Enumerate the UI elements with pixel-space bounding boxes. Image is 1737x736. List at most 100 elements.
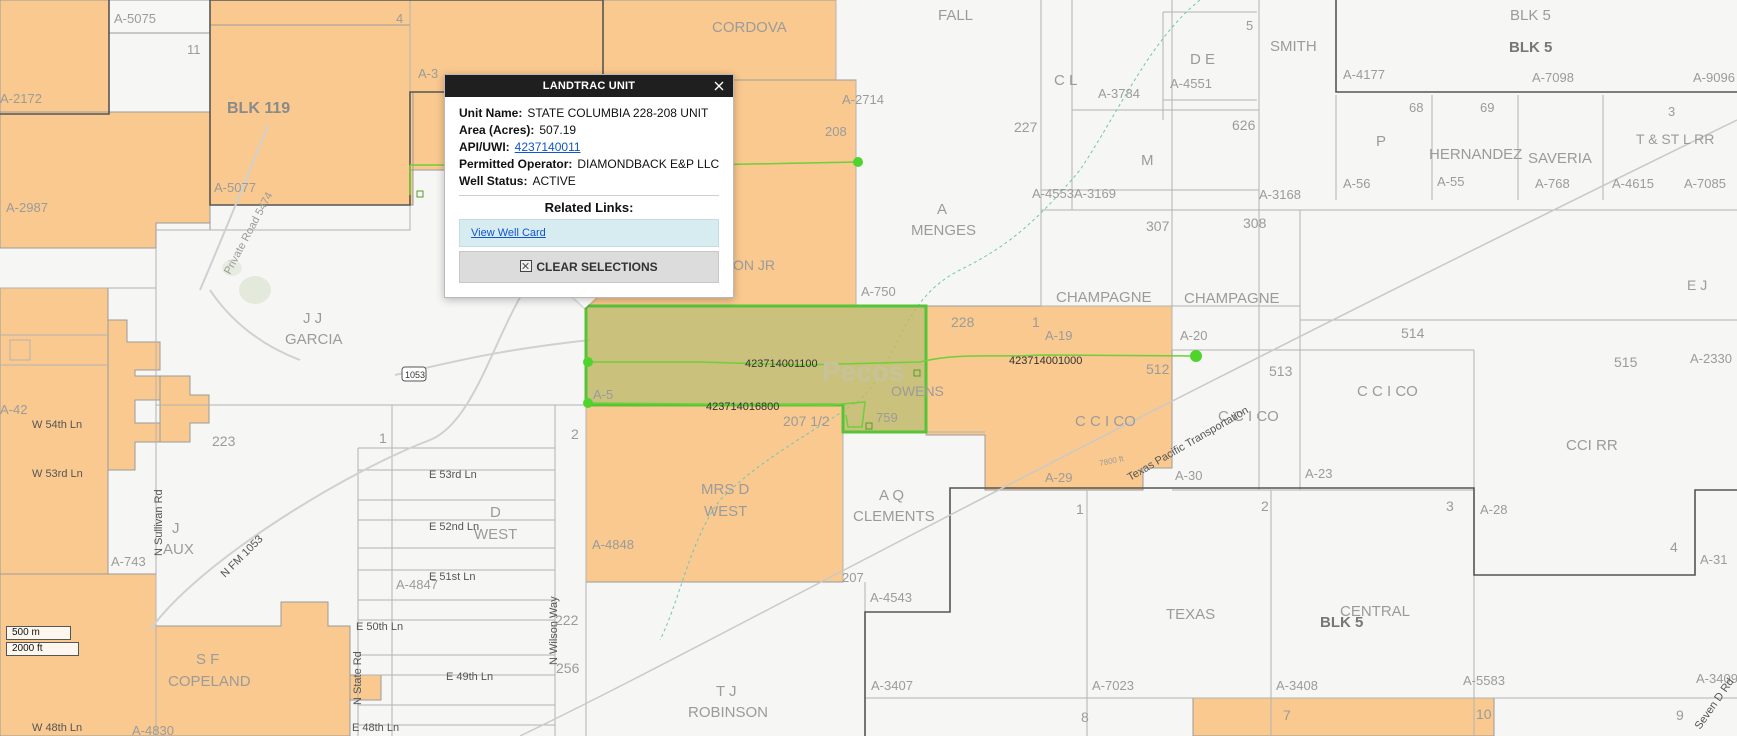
map-label: TEXAS xyxy=(1166,606,1215,623)
map-label: 308 xyxy=(1243,215,1267,231)
map-label: 512 xyxy=(1146,361,1170,377)
map-label: A-2172 xyxy=(0,91,42,106)
map-label: W 53rd Ln xyxy=(32,468,83,480)
map-label: A-743 xyxy=(111,554,146,569)
map-label: C C I CO xyxy=(1075,413,1136,430)
map-label: 207 1/2 xyxy=(783,413,830,429)
map-label: A-3169 xyxy=(1074,186,1116,201)
well-surface-point xyxy=(583,357,593,367)
unit-info-popup: LANDTRAC UNIT Unit Name: STATE COLUMBIA 2… xyxy=(444,74,734,298)
map-label: WEST xyxy=(474,526,517,543)
map-label: C C I CO xyxy=(1357,383,1418,400)
map-label: A-3 xyxy=(418,66,438,81)
map-label: C L xyxy=(1054,72,1077,89)
view-well-card-link[interactable]: View Well Card xyxy=(471,227,546,239)
map-label: WEST xyxy=(704,503,747,520)
map-label: E 50th Ln xyxy=(356,621,403,633)
map-label: 626 xyxy=(1232,117,1256,133)
map-label: 9 xyxy=(1676,707,1684,723)
map-label: S F xyxy=(196,651,219,668)
map-label: BLK 5 xyxy=(1510,7,1551,24)
map-label: CHAMPAGNE xyxy=(1184,290,1280,307)
well-surface-point xyxy=(583,398,593,408)
popup-divider xyxy=(459,195,719,196)
map-label: 2 xyxy=(571,426,579,442)
map-label: A-30 xyxy=(1175,468,1202,483)
map-label: W 54th Ln xyxy=(32,419,82,431)
map-label: A-31 xyxy=(1700,552,1727,567)
map-label: 759 xyxy=(876,410,898,425)
map-label: A-4615 xyxy=(1612,176,1654,191)
close-icon[interactable] xyxy=(711,78,727,94)
map-label: 8 xyxy=(1081,709,1089,725)
operator-row: Permitted Operator: DIAMONDBACK E&P LLC xyxy=(459,156,719,173)
map-label: A-19 xyxy=(1045,328,1072,343)
map-layer[interactable]: A-5075 11 A-2172 BLK 119 4 A-3 CORDOVA F… xyxy=(0,0,1737,736)
map-label: OWENS xyxy=(891,383,944,399)
map-label: A-23 xyxy=(1305,466,1332,481)
map-label: 10 xyxy=(1476,706,1492,722)
map-label: CLEMENTS xyxy=(853,508,935,525)
scale-imperial: 2000 ft xyxy=(6,642,79,656)
map-label: N Wilson Way xyxy=(548,596,560,665)
map-label: A-9096 xyxy=(1693,70,1735,85)
map-label: A-2987 xyxy=(6,200,48,215)
status-value: ACTIVE xyxy=(532,174,576,188)
map-label: SMITH xyxy=(1270,38,1317,55)
map-label: ROBINSON xyxy=(688,704,768,721)
map-label: HERNANDEZ xyxy=(1429,146,1522,163)
map-label: A-5075 xyxy=(114,11,156,26)
map-label: E 48th Ln xyxy=(352,722,399,734)
map-label: 514 xyxy=(1401,325,1425,341)
map-label: N State Rd xyxy=(352,651,364,705)
map-label: E 53rd Ln xyxy=(429,469,477,481)
map-label: 423714001000 xyxy=(1009,355,1082,367)
clear-selections-label: CLEAR SELECTIONS xyxy=(536,260,658,274)
map-label: 4 xyxy=(396,11,403,26)
map-label: A-29 xyxy=(1045,470,1072,485)
map-label: CCI RR xyxy=(1566,437,1618,454)
map-label: A-2714 xyxy=(842,92,884,107)
map-label: 1 xyxy=(1076,501,1084,517)
map-label: FALL xyxy=(938,7,973,24)
map-label: BLK 5 xyxy=(1320,614,1363,631)
map-label: A-5583 xyxy=(1463,673,1505,688)
map-label: A-42 xyxy=(0,402,27,417)
map-label: A Q xyxy=(879,487,904,504)
well-surface-point xyxy=(853,157,863,167)
unit-name-value: STATE COLUMBIA 228-208 UNIT xyxy=(527,106,709,120)
map-label: 1 xyxy=(1032,314,1040,330)
map-label: T J xyxy=(716,683,737,700)
map-label: 4 xyxy=(1670,539,1678,555)
map-label: M xyxy=(1141,152,1154,169)
map-label: A-7023 xyxy=(1092,678,1134,693)
clear-selections-button[interactable]: CLEAR SELECTIONS xyxy=(459,251,719,283)
operator-value: DIAMONDBACK E&P LLC xyxy=(577,157,720,171)
map-label: A-3407 xyxy=(871,678,913,693)
map-label: 5 xyxy=(1246,18,1253,33)
status-row: Well Status: ACTIVE xyxy=(459,173,719,190)
map-canvas[interactable]: A-5075 11 A-2172 BLK 119 4 A-3 CORDOVA F… xyxy=(0,0,1737,736)
api-row: API/UWI: 4237140011 xyxy=(459,139,719,156)
map-label: 513 xyxy=(1269,363,1293,379)
operator-label: Permitted Operator: xyxy=(459,157,573,171)
map-label: A-4551 xyxy=(1170,76,1212,91)
popup-title: LANDTRAC UNIT xyxy=(542,80,636,92)
map-label: A-56 xyxy=(1343,176,1370,191)
map-label: 3 xyxy=(1668,104,1675,119)
map-label: MRS D xyxy=(701,481,750,498)
map-label: AUX xyxy=(163,541,194,558)
map-label: E 52nd Ln xyxy=(429,521,479,533)
map-label: 307 xyxy=(1146,218,1170,234)
status-label: Well Status: xyxy=(459,174,528,188)
map-label: 256 xyxy=(556,660,580,676)
map-label: CORDOVA xyxy=(712,19,787,36)
map-label: 68 xyxy=(1409,100,1423,115)
popup-header: LANDTRAC UNIT xyxy=(445,75,733,97)
clear-selection-icon xyxy=(520,260,533,272)
map-label: ON JR xyxy=(733,257,775,273)
api-link[interactable]: 4237140011 xyxy=(515,140,581,154)
map-label: E 49th Ln xyxy=(446,671,493,683)
parcel xyxy=(602,0,837,81)
map-label: A-7098 xyxy=(1532,70,1574,85)
